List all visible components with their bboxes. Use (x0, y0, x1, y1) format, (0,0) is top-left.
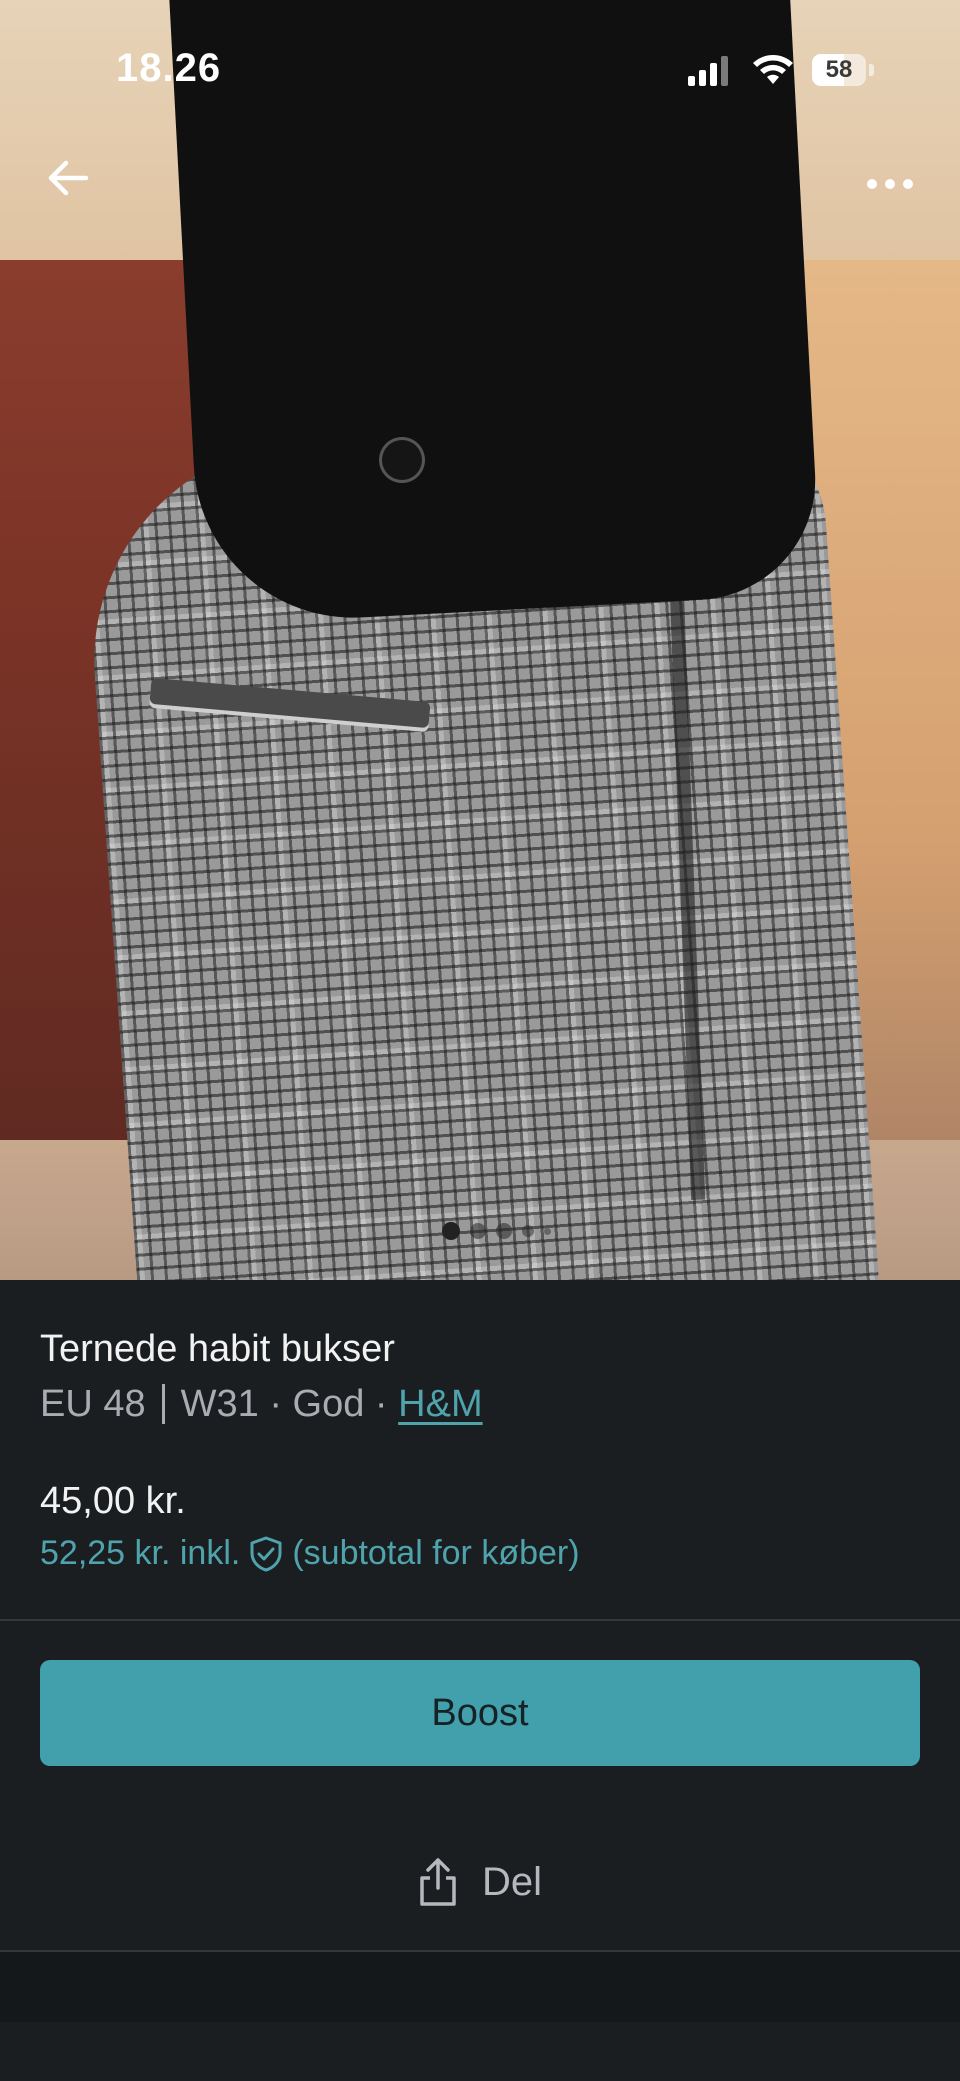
listing-title: Ternede habit bukser (40, 1328, 395, 1370)
listing-condition: God (292, 1383, 365, 1425)
meta-dot: · (364, 1383, 399, 1425)
battery-icon: 58 (812, 54, 874, 86)
pager-dot[interactable] (522, 1225, 534, 1237)
brand-link[interactable]: H&M (398, 1383, 482, 1425)
listing-meta: EU 48 W31 · God · H&M (40, 1383, 483, 1426)
bottom-section (0, 2022, 960, 2081)
cellular-signal-icon (688, 56, 728, 86)
item-photo[interactable] (0, 0, 960, 1280)
buyer-price-note: (subtotal for køber) (292, 1534, 580, 1572)
photo-trousers-button (382, 440, 422, 480)
bottom-section (0, 1952, 960, 2022)
arrow-left-icon[interactable] (40, 150, 96, 206)
listing-price: 45,00 kr. (40, 1480, 186, 1522)
section-divider (0, 1619, 960, 1621)
pager-dot[interactable] (470, 1223, 486, 1239)
meta-divider (161, 1384, 165, 1424)
share-button[interactable]: Del (416, 1852, 542, 1912)
status-bar: 18.26 58 (0, 0, 960, 140)
listing-waist: W31 (180, 1383, 259, 1425)
boost-button[interactable]: Boost (40, 1660, 920, 1766)
battery-level: 58 (825, 56, 853, 83)
listing-details: Ternede habit bukser EU 48 W31 · God · H&… (0, 1280, 960, 1620)
status-time: 18.26 (116, 46, 222, 90)
wifi-icon (753, 55, 793, 84)
share-icon (420, 1858, 456, 1906)
meta-dot: · (258, 1383, 293, 1425)
buyer-price-info[interactable]: 52,25 kr. inkl. (subtotal for køber) (40, 1534, 580, 1573)
more-horizontal-icon[interactable] (860, 160, 920, 200)
listing-size: EU 48 (40, 1383, 146, 1425)
pager-dot[interactable] (544, 1228, 551, 1235)
buyer-price: 52,25 kr. inkl. (40, 1534, 241, 1572)
share-label: Del (482, 1859, 543, 1904)
shield-check-icon (250, 1536, 282, 1571)
pager-dot[interactable] (496, 1223, 512, 1239)
pager-dot-active[interactable] (442, 1222, 460, 1240)
